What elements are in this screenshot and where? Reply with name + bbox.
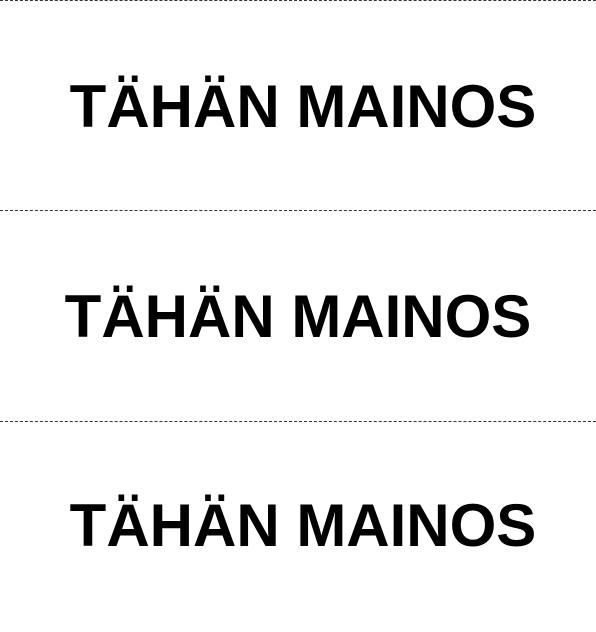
- ad-panel-1: TÄHÄN MAINOS: [0, 2, 596, 212]
- divider-top: [0, 0, 596, 1]
- ad-placeholder-text: TÄHÄN MAINOS: [64, 283, 532, 350]
- ad-panel-3: TÄHÄN MAINOS: [0, 421, 596, 631]
- ad-placeholder-text: TÄHÄN MAINOS: [69, 492, 537, 559]
- divider-middle-1: [0, 210, 596, 211]
- ad-panel-2: TÄHÄN MAINOS: [0, 212, 596, 422]
- ad-placeholder-text: TÄHÄN MAINOS: [69, 73, 537, 140]
